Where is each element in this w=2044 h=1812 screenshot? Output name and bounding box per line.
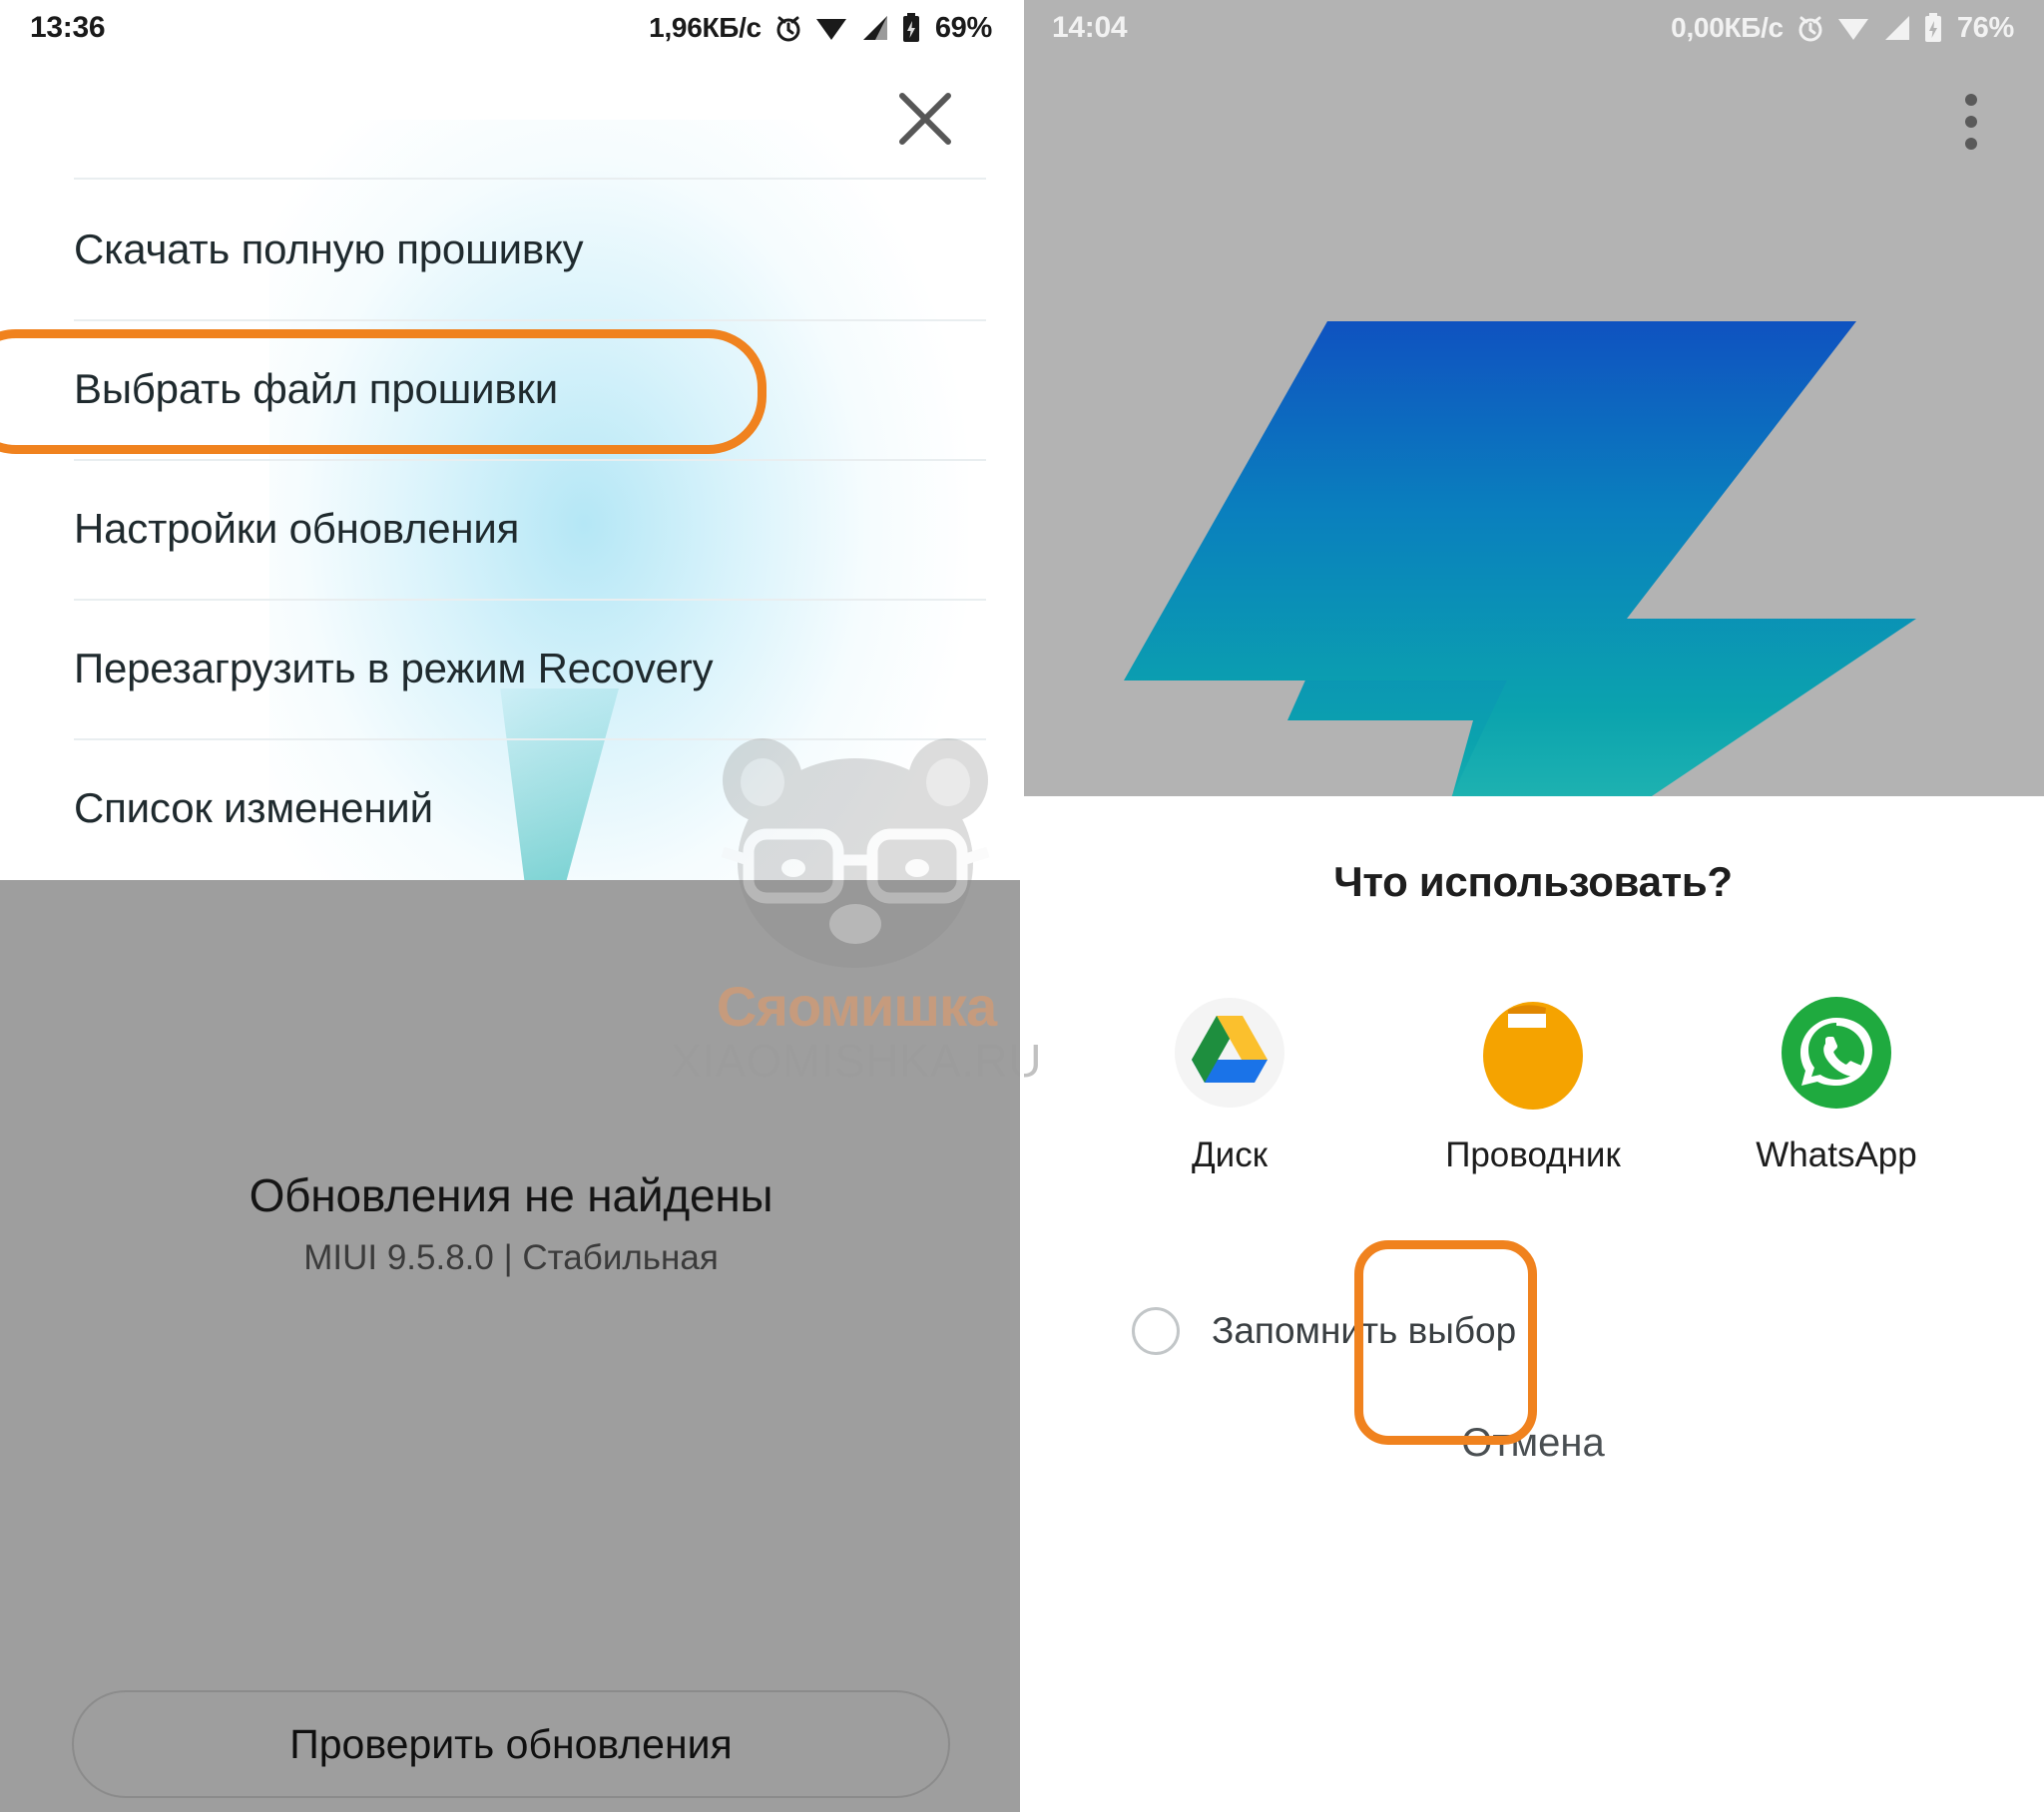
cancel-button[interactable]: Отмена (1022, 1421, 2044, 1466)
app-label: Диск (1191, 1135, 1269, 1174)
menu-item-label: Настройки обновления (74, 505, 520, 552)
update-options-sheet: Скачать полную прошивку Выбрать файл про… (0, 0, 1022, 880)
menu-item-label: Скачать полную прошивку (74, 226, 584, 272)
remember-choice-radio[interactable] (1132, 1307, 1180, 1355)
check-updates-button[interactable]: Проверить обновления (72, 1690, 950, 1798)
app-choice-drive[interactable]: Диск (1140, 992, 1319, 1175)
close-button[interactable] (880, 74, 970, 164)
chooser-title: Что использовать? (1333, 858, 1733, 905)
update-menu-list: Скачать полную прошивку Выбрать файл про… (0, 178, 1022, 878)
battery-percent-label: 76% (1956, 11, 2014, 44)
screenshot-pair: Скачать полную прошивку Выбрать файл про… (0, 0, 2044, 1812)
app-label: Проводник (1445, 1135, 1621, 1174)
left-screen: Скачать полную прошивку Выбрать файл про… (0, 0, 1022, 1812)
overflow-dot (1965, 116, 1977, 128)
battery-icon (1923, 13, 1943, 43)
alarm-icon (773, 13, 803, 43)
status-time: 14:04 (1052, 11, 1128, 44)
overflow-dot (1965, 94, 1977, 106)
signal-icon (859, 14, 889, 42)
battery-icon (901, 13, 921, 43)
wifi-icon (815, 14, 847, 42)
network-rate-label: 0,00КБ/с (1671, 12, 1784, 43)
app-choice-whatsapp[interactable]: WhatsApp (1747, 992, 1926, 1175)
right-screen: Что использовать? Диск Проводник WhatsAp… (1022, 0, 2044, 1812)
app-chooser-sheet: Что использовать? Диск Проводник WhatsAp… (1022, 796, 2044, 1812)
panel-divider (1020, 0, 1024, 1812)
menu-item-choose-firmware-file[interactable]: Выбрать файл прошивки (0, 319, 1022, 459)
battery-percent-label: 69% (934, 11, 992, 44)
menu-item-label: Выбрать файл прошивки (74, 365, 558, 412)
updater-main-area (0, 880, 1022, 1812)
status-bar-left: 13:36 1,96КБ/с 69% (0, 0, 1022, 56)
app-choice-file-explorer[interactable]: Проводник (1443, 992, 1623, 1175)
no-updates-title: Обновления не найдены (249, 1169, 773, 1221)
file-explorer-icon (1472, 992, 1594, 1114)
overflow-menu-button[interactable] (1936, 72, 2006, 172)
status-time: 13:36 (30, 11, 106, 44)
whatsapp-icon (1776, 992, 1897, 1114)
menu-item-changelog[interactable]: Список изменений (0, 738, 1022, 878)
status-icons-group: 0,00КБ/с 76% (1671, 12, 2014, 45)
overflow-dot (1965, 138, 1977, 150)
close-icon (899, 93, 951, 145)
remember-choice-row[interactable]: Запомнить выбор (1132, 1307, 1516, 1355)
menu-item-label: Перезагрузить в режим Recovery (74, 645, 714, 691)
google-drive-icon (1169, 992, 1290, 1114)
app-choices-row: Диск Проводник WhatsApp (1022, 992, 2044, 1175)
network-rate-label: 1,96КБ/с (649, 12, 762, 43)
menu-item-download-full-firmware[interactable]: Скачать полную прошивку (0, 178, 1022, 319)
app-label: WhatsApp (1756, 1135, 1917, 1174)
menu-item-update-settings[interactable]: Настройки обновления (0, 459, 1022, 599)
menu-item-reboot-to-recovery[interactable]: Перезагрузить в режим Recovery (0, 599, 1022, 738)
status-icons-group: 1,96КБ/с 69% (649, 12, 992, 45)
status-bar-right: 14:04 0,00КБ/с 76% (1022, 0, 2044, 56)
menu-item-label: Список изменений (74, 784, 433, 831)
alarm-icon (1795, 13, 1825, 43)
miui-version-subtitle: MIUI 9.5.8.0 | Стабильная (303, 1238, 719, 1277)
signal-icon (1881, 14, 1911, 42)
wifi-icon (1837, 14, 1869, 42)
remember-choice-label: Запомнить выбор (1212, 1310, 1517, 1351)
